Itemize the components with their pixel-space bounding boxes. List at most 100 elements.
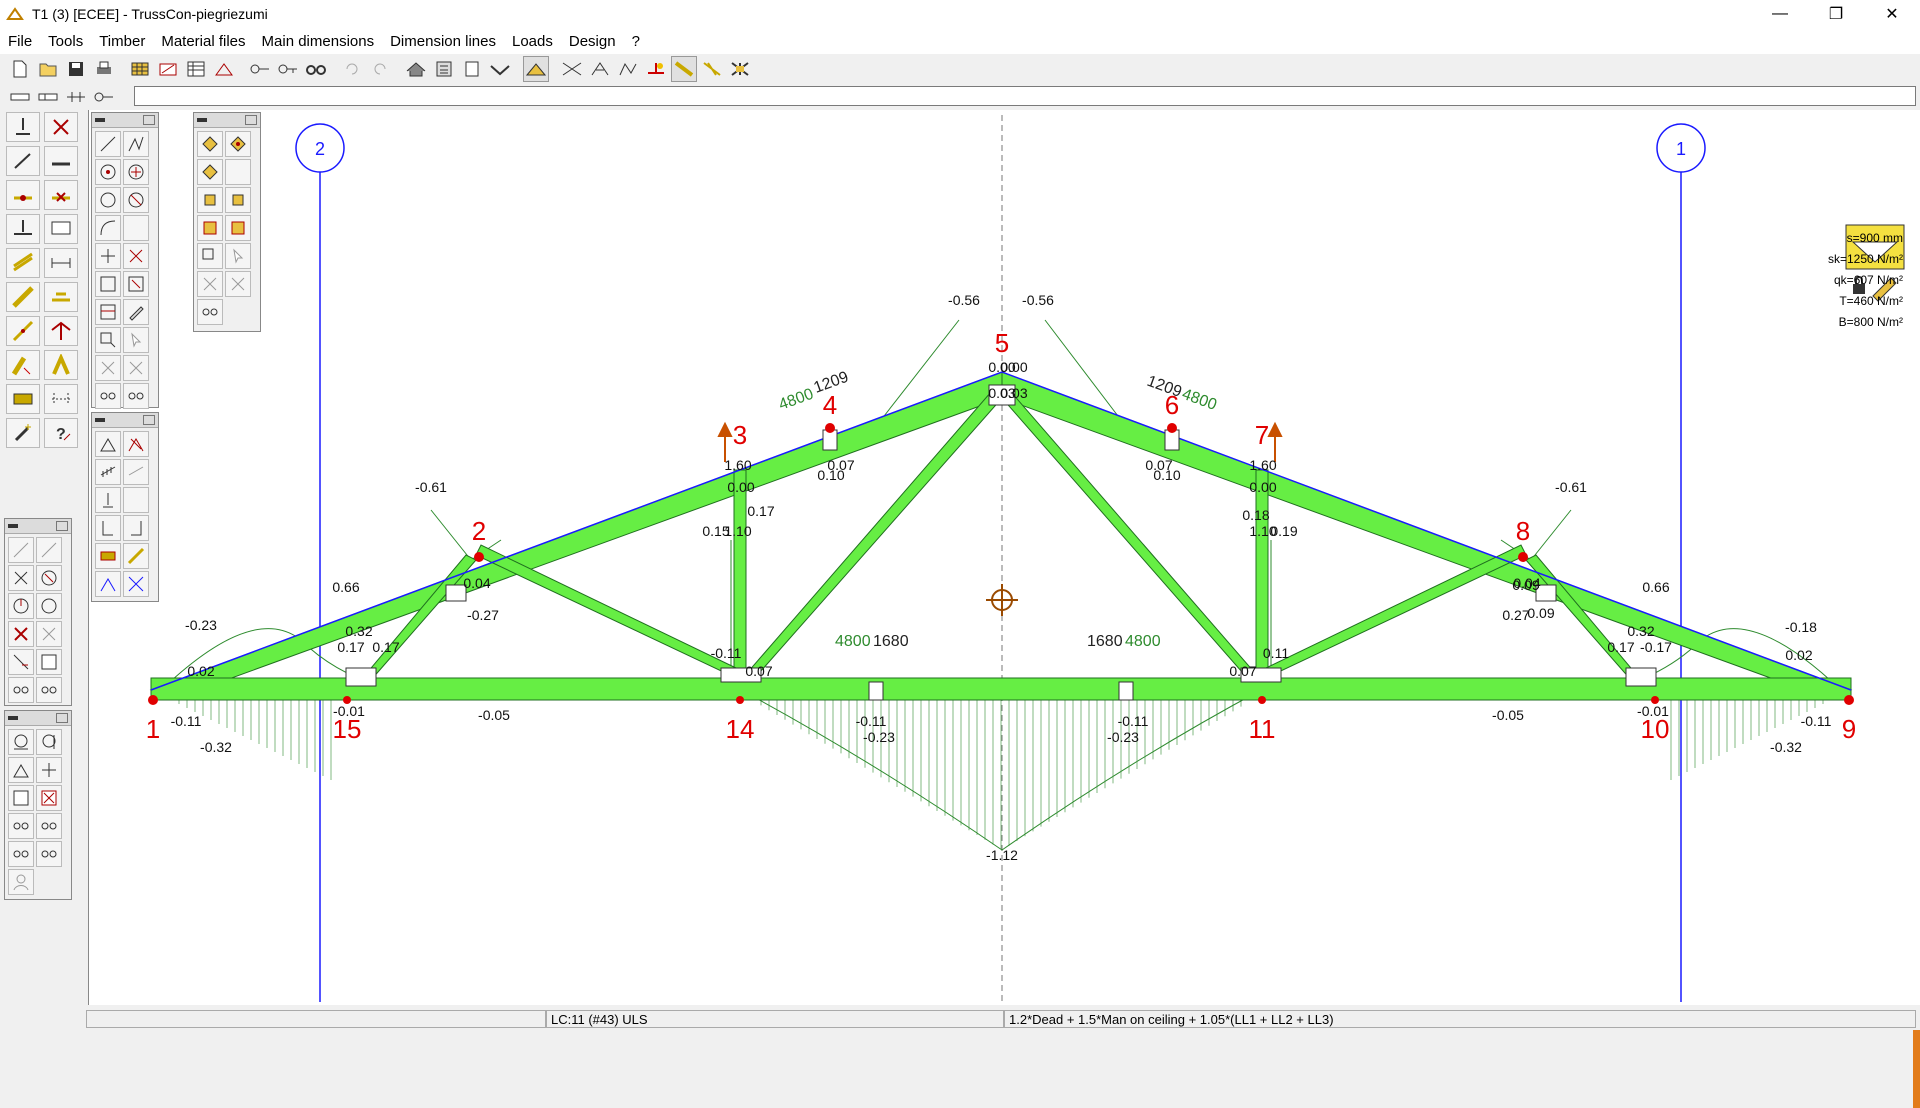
vertical-load-icon[interactable] [95, 487, 121, 513]
brace-icon[interactable] [6, 316, 40, 346]
report-icon[interactable] [459, 56, 485, 82]
empty-load-icon[interactable] [123, 487, 149, 513]
undo-icon[interactable] [339, 56, 365, 82]
delete-support-icon[interactable] [44, 112, 78, 142]
help-query-icon[interactable]: ? [44, 418, 78, 448]
span-icon[interactable] [44, 384, 78, 414]
plate-size-icon[interactable] [197, 215, 223, 241]
member-delete-icon[interactable] [8, 621, 34, 647]
truss-deflection-icon[interactable] [487, 56, 513, 82]
shear-force-icon[interactable] [587, 56, 613, 82]
apex-load-icon[interactable] [95, 571, 121, 597]
member-view-icon[interactable] [8, 677, 34, 703]
cursor-tool-icon[interactable] [123, 327, 149, 353]
key-icon[interactable] [247, 56, 273, 82]
support-view-icon[interactable] [8, 785, 34, 811]
line-tool-icon[interactable] [95, 131, 121, 157]
plate-cursor-icon[interactable] [225, 243, 251, 269]
pin-support-icon[interactable] [8, 729, 34, 755]
support-glasses-icon[interactable] [8, 813, 34, 839]
empty-tool-icon[interactable] [123, 215, 149, 241]
dimension-icon[interactable] [44, 248, 78, 278]
utilization-icon[interactable] [671, 56, 697, 82]
view-glasses-2-icon[interactable] [123, 383, 149, 409]
menu-design[interactable]: Design [561, 33, 624, 50]
node-delete-icon[interactable] [44, 180, 78, 210]
displacement-icon[interactable] [699, 56, 725, 82]
close-button[interactable]: ✕ [1864, 0, 1920, 28]
distributed-load-2-icon[interactable] [123, 459, 149, 485]
circle-center-icon[interactable] [123, 159, 149, 185]
cross-delete-icon[interactable] [95, 355, 121, 381]
beam-link-icon[interactable] [91, 84, 117, 110]
plate-edit-icon[interactable] [197, 159, 223, 185]
plate-icon[interactable] [6, 350, 40, 380]
view-glasses-icon[interactable] [95, 383, 121, 409]
plate-size-2-icon[interactable] [225, 215, 251, 241]
member-delete-2-icon[interactable] [36, 621, 62, 647]
support-glasses-3-icon[interactable] [8, 841, 34, 867]
horizontal-bar-icon[interactable] [44, 146, 78, 176]
menu-timber[interactable]: Timber [91, 33, 153, 50]
table-icon[interactable] [183, 56, 209, 82]
beam-split-icon[interactable] [63, 84, 89, 110]
left-diagonal-web[interactable] [475, 544, 737, 679]
menu-help[interactable]: ? [624, 33, 648, 50]
truss-load-tool-icon[interactable] [95, 431, 121, 457]
cross-load-icon[interactable] [123, 571, 149, 597]
member-table-icon[interactable] [36, 649, 62, 675]
rect-cross-icon[interactable] [123, 271, 149, 297]
select-tool-icon[interactable] [95, 327, 121, 353]
hatch-tool-icon[interactable] [95, 299, 121, 325]
diagonal-load-icon[interactable] [6, 146, 40, 176]
member-line-icon[interactable] [8, 537, 34, 563]
menu-file[interactable]: File [0, 33, 40, 50]
plate-view-icon[interactable] [197, 299, 223, 325]
rafter-icon[interactable] [6, 282, 40, 312]
right-bracket-load-icon[interactable] [123, 515, 149, 541]
new-file-icon[interactable] [7, 56, 33, 82]
panel-icon[interactable] [44, 214, 78, 244]
stress-icon[interactable] [643, 56, 669, 82]
apex-icon[interactable] [44, 316, 78, 346]
member-join-icon[interactable] [8, 649, 34, 675]
layers-icon[interactable] [6, 248, 40, 278]
support-glasses-4-icon[interactable] [36, 841, 62, 867]
menu-material-files[interactable]: Material files [153, 33, 253, 50]
key-lock-icon[interactable] [275, 56, 301, 82]
left-bracket-load-icon[interactable] [95, 515, 121, 541]
plate-delete-icon[interactable] [197, 271, 223, 297]
member-cross-icon[interactable] [8, 565, 34, 591]
roof-view-icon[interactable] [403, 56, 429, 82]
axial-force-icon[interactable] [559, 56, 585, 82]
plate-select-icon[interactable] [197, 243, 223, 269]
roof-dimension-icon[interactable] [211, 56, 237, 82]
panel-load-icon[interactable] [95, 543, 121, 569]
save-icon[interactable] [63, 56, 89, 82]
maximize-button[interactable]: ❐ [1808, 0, 1864, 28]
moment-icon[interactable] [615, 56, 641, 82]
fixed-cross-icon[interactable] [36, 757, 62, 783]
member-circle-cross-icon[interactable] [36, 565, 62, 591]
bottom-chord[interactable] [150, 677, 1852, 701]
point-tool-icon[interactable] [95, 243, 121, 269]
beam-section-icon[interactable] [35, 84, 61, 110]
glasses-icon[interactable] [303, 56, 329, 82]
hinge-icon[interactable] [44, 350, 78, 380]
circle-point-icon[interactable] [95, 159, 121, 185]
edit-tool-icon[interactable] [123, 299, 149, 325]
menu-dimension-lines[interactable]: Dimension lines [382, 33, 504, 50]
cross-delete-2-icon[interactable] [123, 355, 149, 381]
plank-icon[interactable] [6, 384, 40, 414]
support-icon[interactable] [6, 112, 40, 142]
polyline-tool-icon[interactable] [123, 131, 149, 157]
delete-point-icon[interactable] [123, 243, 149, 269]
timber-grid-icon[interactable] [127, 56, 153, 82]
rect-tool-icon[interactable] [95, 271, 121, 297]
redo-icon[interactable] [367, 56, 393, 82]
plate-center-icon[interactable] [225, 131, 251, 157]
member-circle-2-icon[interactable] [36, 593, 62, 619]
plate-add-icon[interactable] [197, 131, 223, 157]
distributed-load-icon[interactable] [95, 459, 121, 485]
support-person-icon[interactable] [8, 869, 34, 895]
